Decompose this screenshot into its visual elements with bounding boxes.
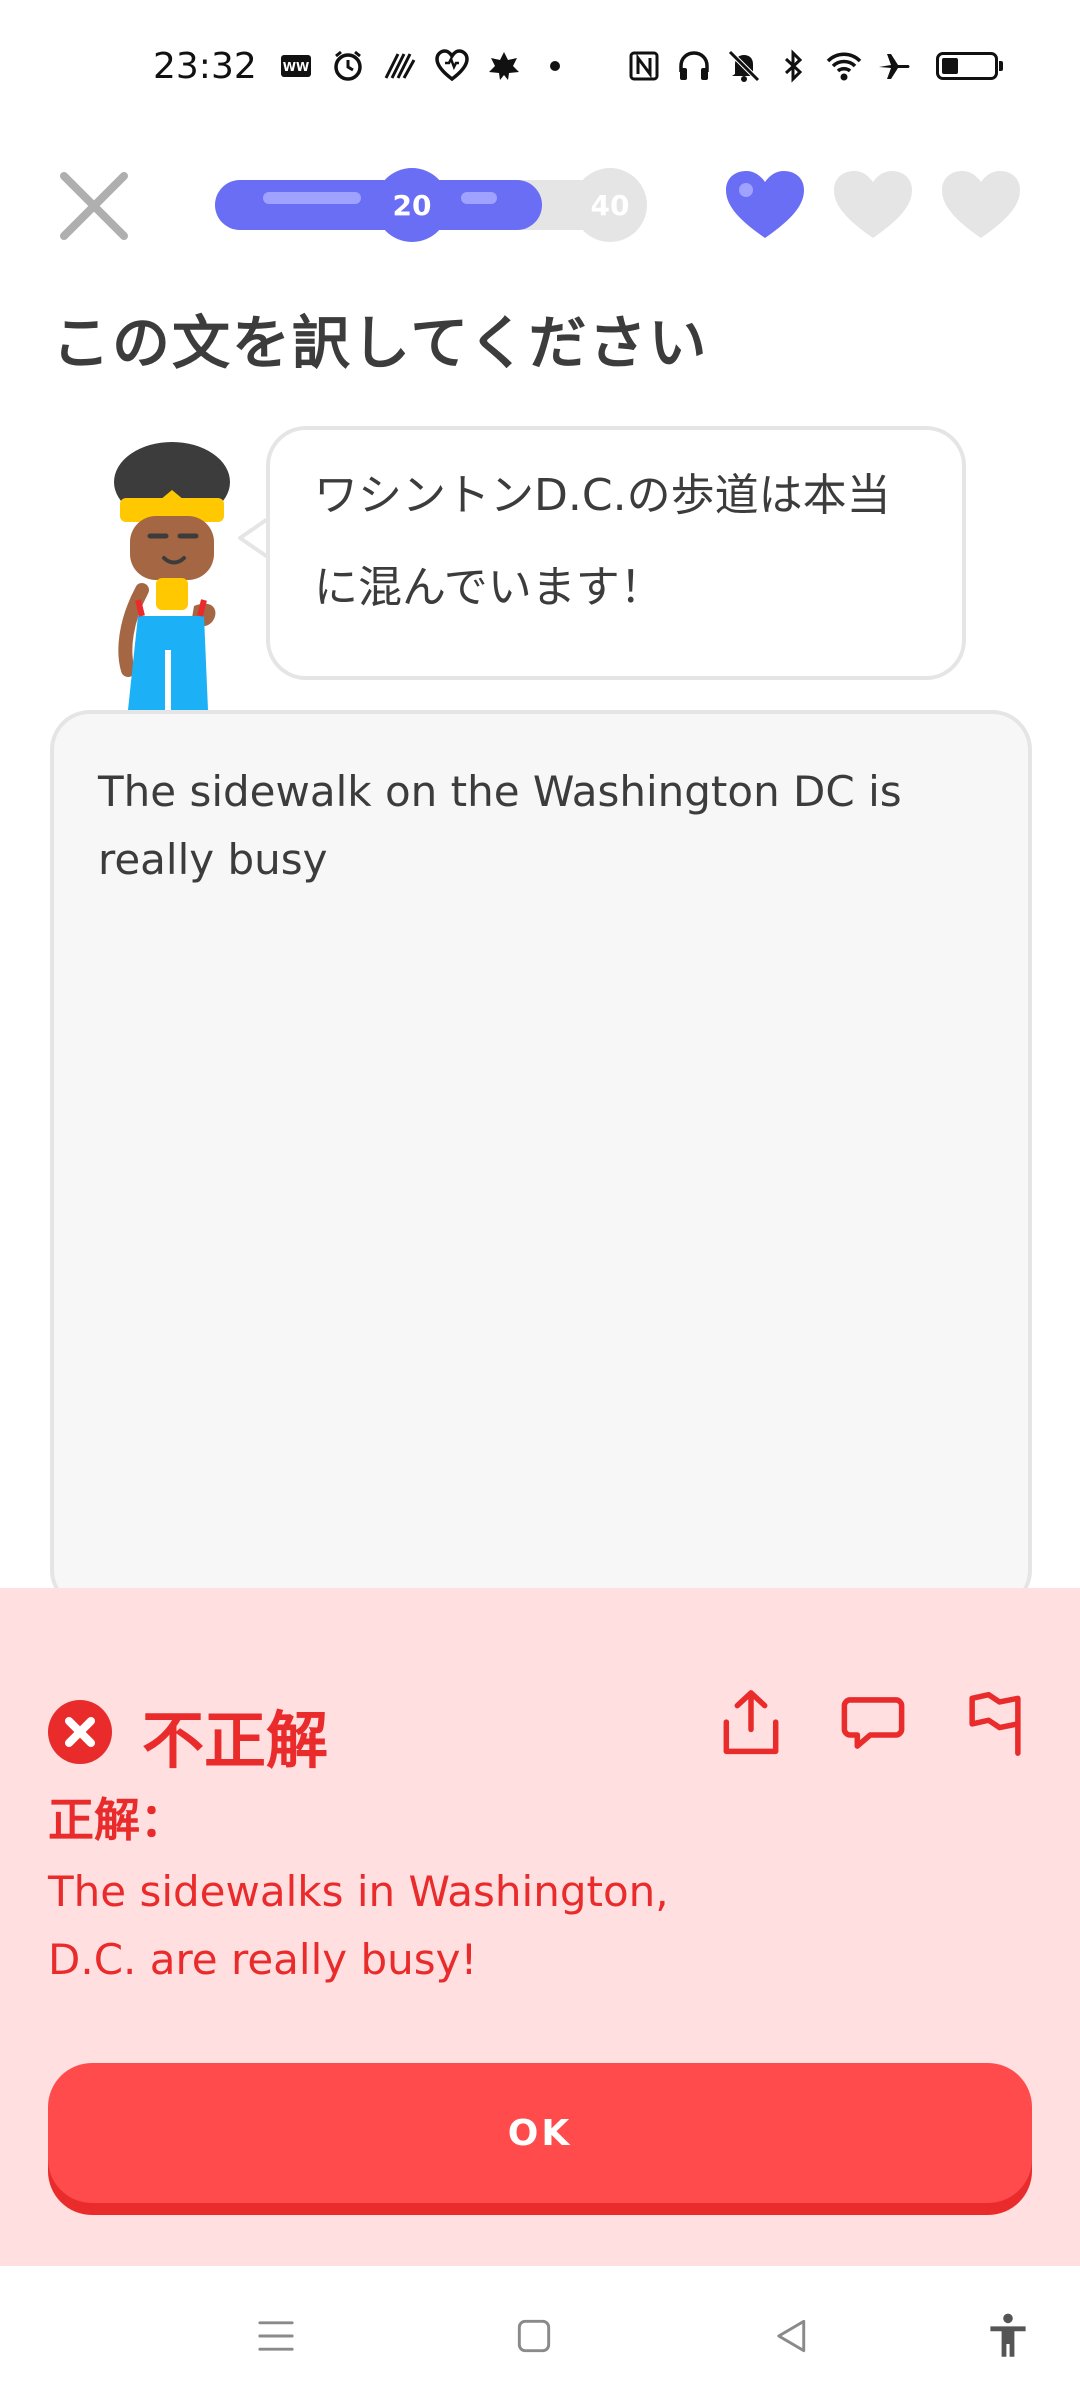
menu-icon (258, 2321, 294, 2351)
headphones-icon (676, 48, 712, 84)
comment-icon (841, 1697, 905, 1749)
close-button[interactable] (52, 164, 136, 248)
more-notifications-dot (550, 61, 560, 71)
incorrect-icon (48, 1700, 112, 1764)
system-navigation-bar (0, 2266, 1080, 2400)
mute-icon (726, 48, 762, 84)
report-button[interactable] (960, 1684, 1030, 1762)
status-bar: 23:32 WW (0, 0, 1080, 140)
share-icon (723, 1690, 779, 1755)
instruction-title: この文を訳してください (52, 309, 709, 377)
feedback-panel: 不正解 正解： The sidewalks in Washington, D.C… (0, 1588, 1080, 2266)
milestone-current: 20 (375, 168, 449, 242)
feedback-actions (716, 1684, 1030, 1762)
speech-bubble[interactable]: ワシントンD.C.の歩道は本当 に混んでいます！ (266, 426, 966, 680)
bluetooth-icon (776, 48, 812, 84)
milestone-next: 40 (573, 168, 647, 242)
ok-button[interactable]: OK (48, 2063, 1032, 2203)
source-sentence-line: に混んでいます！ (314, 562, 664, 613)
battery-icon (936, 52, 1003, 80)
discuss-button[interactable] (838, 1684, 908, 1762)
correct-solution-label: 正解： (48, 1793, 186, 1847)
source-sentence: ワシントンD.C.の歩道は本当 に混んでいます！ (314, 450, 918, 634)
flag-icon (969, 1691, 1021, 1756)
app-icon-ww: WW (278, 48, 314, 84)
notification-icons: WW (278, 48, 572, 84)
heart-icon (726, 171, 804, 238)
close-icon (60, 172, 128, 240)
heart-icon (834, 171, 912, 238)
character-illustration (114, 442, 230, 710)
hearts (722, 168, 1024, 242)
recents-button[interactable] (246, 2306, 306, 2366)
accessibility-icon (990, 2313, 1026, 2357)
correct-solution-text: The sidewalks in Washington, D.C. are re… (48, 1867, 669, 1984)
lesson-progress-bar: 20 40 (215, 168, 647, 242)
airplane-icon (876, 48, 912, 84)
accessibility-button[interactable] (978, 2306, 1038, 2366)
feedback-title: 不正解 (142, 1704, 329, 1777)
home-button[interactable] (504, 2306, 564, 2366)
pattern-icon (382, 48, 418, 84)
source-sentence-line: ワシントンD.C.の歩道は本当 (314, 470, 891, 521)
home-square-icon (517, 2319, 551, 2353)
answer-textarea[interactable]: The sidewalk on the Washington DC is rea… (50, 710, 1032, 1610)
clock-icon (330, 48, 366, 84)
progress-highlight (263, 192, 361, 204)
heart-pulse-icon (434, 48, 470, 84)
back-button[interactable] (762, 2306, 822, 2366)
progress-highlight (461, 192, 497, 204)
wifi-icon (826, 48, 862, 84)
system-icons (626, 48, 1003, 84)
nfc-icon (626, 48, 662, 84)
back-triangle-icon (777, 2319, 806, 2353)
status-time: 23:32 (153, 46, 257, 87)
leaf-icon (486, 48, 522, 84)
heart-icon (942, 171, 1020, 238)
svg-text:WW: WW (283, 60, 309, 74)
share-button[interactable] (716, 1684, 786, 1762)
user-answer-text: The sidewalk on the Washington DC is rea… (98, 767, 902, 884)
